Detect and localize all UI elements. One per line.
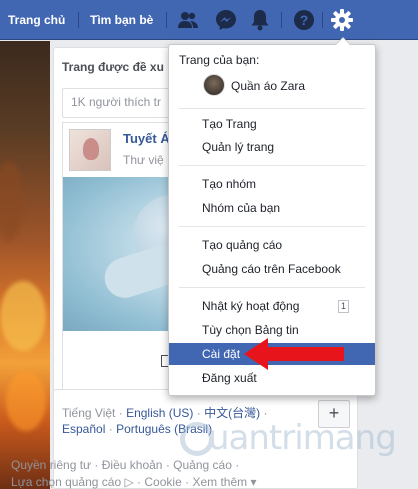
footer-link[interactable]: Lựa chọn quảng cáo [11, 475, 121, 489]
adchoices-icon: ▷ [124, 475, 134, 489]
menu-divider [179, 165, 365, 166]
help-icon[interactable]: ? [292, 8, 316, 32]
menu-item-log-out[interactable]: Đăng xuất [169, 367, 375, 389]
nav-separator [166, 12, 167, 28]
menu-divider [179, 226, 365, 227]
menu-item-activity-log[interactable]: Nhật ký hoạt động 1 [169, 295, 375, 317]
svg-text:?: ? [300, 12, 309, 28]
red-arrow-annotation [244, 338, 344, 370]
current-language: Tiếng Việt [62, 406, 116, 420]
owned-page-name: Quần áo Zara [231, 79, 306, 93]
footer-line-2: Lựa chọn quảng cáo ▷ · Cookie · Xem thêm… [11, 475, 257, 489]
menu-item-advertising-on-facebook[interactable]: Quảng cáo trên Facebook [169, 258, 375, 280]
menu-divider [179, 108, 365, 109]
footer-link[interactable]: Quyền riêng tư [11, 458, 91, 472]
menu-item-manage-pages[interactable]: Quản lý trang [169, 136, 375, 158]
footer-link[interactable]: Cookie [144, 475, 181, 489]
suggested-page-name[interactable]: Tuyết Á [123, 131, 170, 146]
menu-item-create-ads[interactable]: Tạo quảng cáo [169, 234, 375, 256]
menu-item-create-group[interactable]: Tạo nhóm [169, 173, 375, 195]
activity-log-label: Nhật ký hoạt động [202, 299, 300, 313]
owned-page-item[interactable]: Quần áo Zara [169, 72, 375, 102]
footer-link[interactable]: Xem thêm [192, 475, 247, 489]
nav-separator [322, 12, 323, 28]
nav-separator [78, 12, 79, 28]
home-link[interactable]: Trang chủ [8, 0, 65, 40]
chevron-down-icon: ▾ [250, 475, 257, 489]
settings-gear-icon[interactable] [330, 8, 354, 32]
menu-divider [179, 287, 365, 288]
watermark-text: uantrimang [208, 418, 397, 458]
page-avatar [203, 74, 225, 96]
friends-icon[interactable] [176, 8, 200, 32]
menu-item-your-groups[interactable]: Nhóm của bạn [169, 197, 375, 219]
notifications-bell-icon[interactable] [248, 8, 272, 32]
your-pages-header: Trang của bạn: [179, 53, 260, 67]
card-title: Trang được đề xu [62, 60, 164, 74]
dropdown-caret [335, 37, 351, 45]
messenger-icon[interactable] [214, 8, 238, 32]
background-cover-photo [0, 41, 50, 489]
suggested-page-category: Thư việ [123, 153, 164, 167]
menu-item-create-page[interactable]: Tạo Trang [169, 113, 375, 135]
find-friends-link[interactable]: Tìm bạn bè [90, 0, 153, 40]
watermark-logo: uantrimang [180, 412, 418, 462]
language-link[interactable]: Español [62, 422, 105, 436]
top-navigation-bar: Trang chủ Tìm bạn bè ? [0, 0, 418, 40]
page-thumbnail[interactable] [69, 129, 111, 171]
footer-link[interactable]: Điều khoản [102, 458, 163, 472]
activity-count-badge: 1 [337, 300, 349, 313]
nav-separator [281, 12, 282, 28]
